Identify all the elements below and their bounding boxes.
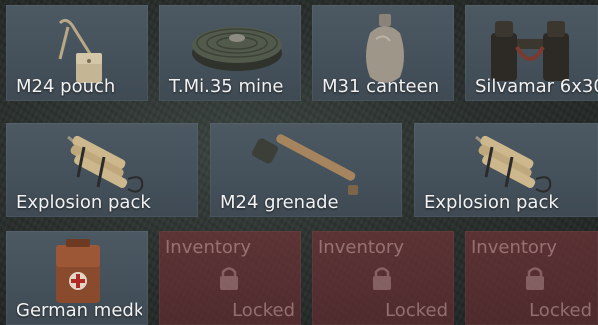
item-slot-explosion-pack[interactable]: Explosion pack [414,123,598,217]
grenade-icon [252,134,358,195]
locked-label: Locked [385,300,448,321]
lock-icon [373,267,391,290]
locked-inventory-slot: Inventory Locked [159,231,301,325]
locked-label: Locked [529,300,592,321]
item-label: M31 canteen [322,76,440,97]
locked-inventory-slot: Inventory Locked [465,231,598,325]
mine-icon [192,27,282,71]
item-label: Explosion pack [424,192,559,213]
explosion-pack-icon [475,135,552,193]
lock-icon [526,267,544,290]
item-label: German medkit [16,300,142,321]
locked-label: Locked [232,300,295,321]
item-slot-tmi35-mine[interactable]: T.Mi.35 mine [159,5,301,101]
item-label: M24 pouch [16,76,116,97]
item-slot-m24-pouch[interactable]: M24 pouch [6,5,148,101]
item-label: T.Mi.35 mine [169,76,284,97]
item-slot-explosion-pack[interactable]: Explosion pack [6,123,198,217]
inventory-label: Inventory [471,237,557,258]
explosion-pack-icon [67,135,144,193]
inventory-label: Inventory [165,237,251,258]
item-slot-m24-grenade[interactable]: M24 grenade [210,123,402,217]
locked-inventory-slot: Inventory Locked [312,231,454,325]
item-slot-german-medkit[interactable]: German medkit [6,231,148,325]
item-label: Silvamar 6x30 [475,76,598,97]
item-slot-silvamar-binoculars[interactable]: Silvamar 6x30 [465,5,598,101]
inventory-label: Inventory [318,237,404,258]
item-slot-m31-canteen[interactable]: M31 canteen [312,5,454,101]
item-label: Explosion pack [16,192,151,213]
lock-icon [220,267,238,290]
item-label: M24 grenade [220,192,339,213]
